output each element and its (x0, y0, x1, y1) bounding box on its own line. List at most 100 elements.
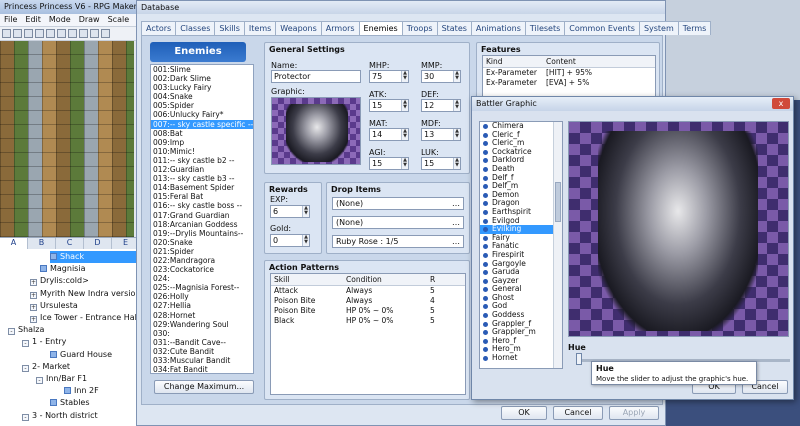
enemy-list-item[interactable]: 018:Arcanian Goddess (151, 220, 253, 229)
table-row[interactable]: Attack Always 5 (271, 286, 465, 296)
enemy-list-item[interactable]: 030: (151, 329, 253, 338)
gold-field[interactable]: 0 ▲ ▼ (270, 234, 310, 247)
expand-toggle-icon[interactable]: - (22, 340, 29, 348)
menu-item-scale[interactable]: Scale (104, 14, 134, 26)
tile-tab-c[interactable]: C (56, 238, 84, 249)
map-tree-item[interactable]: -3 - North district (22, 410, 140, 422)
enemy-list-item[interactable]: 005:Spider (151, 101, 253, 110)
paste-icon[interactable] (57, 29, 66, 38)
map-tree-item[interactable]: Magnisia (40, 263, 140, 275)
spin-arrows-icon[interactable]: ▲ ▼ (401, 100, 408, 111)
tab-actors[interactable]: Actors (141, 21, 177, 35)
tab-tilesets[interactable]: Tilesets (524, 21, 566, 35)
copy-icon[interactable] (46, 29, 55, 38)
enemy-list-item[interactable]: 017:Grand Guardian (151, 211, 253, 220)
stat-field[interactable]: 75 ▲ ▼ (369, 70, 409, 83)
enemy-list-item[interactable]: 019:--Drylis Mountains-- (151, 229, 253, 238)
hue-slider-handle[interactable] (576, 353, 582, 365)
enemy-list-item[interactable]: 010:Mimic! (151, 147, 253, 156)
enemy-list-item[interactable]: 020:Snake (151, 238, 253, 247)
spin-arrows-icon[interactable]: ▲ ▼ (302, 206, 309, 217)
enemy-list-item[interactable]: 034:Fat Bandit (151, 365, 253, 373)
undo-icon[interactable] (79, 29, 88, 38)
stat-field[interactable]: 13 ▲ ▼ (421, 128, 461, 141)
cut-icon[interactable] (35, 29, 44, 38)
spin-arrows-icon[interactable]: ▲ ▼ (453, 129, 460, 140)
enemy-list-item[interactable]: 029:Wandering Soul (151, 320, 253, 329)
enemy-list-item[interactable]: 021:Spider (151, 247, 253, 256)
close-icon[interactable]: x (772, 98, 790, 109)
table-row[interactable]: Black HP 0% ~ 0% 5 (271, 316, 465, 326)
scrollbar-thumb[interactable] (555, 182, 561, 222)
delete-icon[interactable] (68, 29, 77, 38)
open-icon[interactable] (13, 29, 22, 38)
expand-toggle-icon[interactable]: - (22, 364, 29, 372)
enemy-list-item[interactable]: 001:Slime (151, 65, 253, 74)
drop-item-field[interactable]: Ruby Rose : 1/5… (332, 235, 464, 248)
spin-arrows-icon[interactable]: ▲ ▼ (453, 158, 460, 169)
enemy-list-item[interactable]: 008:Bat (151, 129, 253, 138)
map-tree-item[interactable]: -2- Market (22, 361, 140, 373)
map-tree-item[interactable]: Guard House (50, 349, 140, 361)
spin-arrows-icon[interactable]: ▲ ▼ (401, 129, 408, 140)
enemy-graphic[interactable] (271, 97, 361, 165)
battler-list-item[interactable]: Hornet (480, 353, 562, 363)
change-maximum-button[interactable]: Change Maximum... (154, 380, 254, 394)
table-row[interactable]: Poison Bite HP 0% ~ 0% 5 (271, 306, 465, 316)
map-tree-item[interactable]: - Inn/Bar F1 (36, 373, 140, 385)
spin-arrows-icon[interactable]: ▲ ▼ (401, 158, 408, 169)
map-tree-item[interactable]: + Myrith New Indra version (30, 288, 140, 300)
expand-toggle-icon[interactable]: + (30, 316, 37, 323)
tile-tab-a[interactable]: A (0, 238, 28, 249)
menu-item-draw[interactable]: Draw (75, 14, 104, 26)
map-tree-item[interactable]: + Ursulesta (30, 300, 140, 312)
enemy-list-item[interactable]: 003:Lucky Fairy (151, 83, 253, 92)
stat-field[interactable]: 14 ▲ ▼ (369, 128, 409, 141)
enemy-list-item[interactable]: 032:Cute Bandit (151, 347, 253, 356)
enemy-list-item[interactable]: 024: (151, 274, 253, 283)
tab-skills[interactable]: Skills (214, 21, 245, 35)
map-tree-item[interactable]: Shack (50, 251, 140, 263)
tab-system[interactable]: System (638, 21, 679, 35)
enemy-list-item[interactable]: 016:-- sky castle boss -- (151, 201, 253, 210)
map-tree-item[interactable]: -1 - Entry (22, 336, 140, 348)
tab-enemies[interactable]: Enemies (358, 21, 403, 35)
expand-toggle-icon[interactable]: + (30, 291, 37, 299)
table-row[interactable]: Ex-Parameter [EVA] + 5% (483, 78, 655, 88)
stat-field[interactable]: 15 ▲ ▼ (421, 157, 461, 170)
tab-terms[interactable]: Terms (677, 21, 712, 35)
map-tree-item[interactable]: Stables (50, 397, 140, 409)
save-icon[interactable] (24, 29, 33, 38)
cancel-button[interactable]: Cancel (553, 406, 603, 420)
tile-tab-d[interactable]: D (84, 238, 112, 249)
enemy-list-item[interactable]: 011:-- sky castle b2 -- (151, 156, 253, 165)
tab-weapons[interactable]: Weapons (275, 21, 322, 35)
drop-item-field[interactable]: (None)… (332, 216, 464, 229)
enemy-list-item[interactable]: 009:Imp (151, 138, 253, 147)
enemy-list-item[interactable]: 031:--Bandit Cave-- (151, 338, 253, 347)
enemy-list-item[interactable]: 025:--Magnisia Forest-- (151, 283, 253, 292)
expand-toggle-icon[interactable]: + (30, 303, 37, 311)
expand-toggle-icon[interactable]: - (36, 377, 43, 384)
map-tree-item[interactable]: Inn 2F (64, 385, 140, 397)
enemy-list-item[interactable]: 007:-- sky castle specific -- (151, 119, 253, 129)
enemy-list-item[interactable]: 027:Hellia (151, 301, 253, 310)
map-tree-item[interactable]: + Ice Tower - Entrance Hall (30, 312, 140, 324)
enemy-list-item[interactable]: 012:Guardian (151, 165, 253, 174)
new-icon[interactable] (2, 29, 11, 38)
stat-field[interactable]: 12 ▲ ▼ (421, 99, 461, 112)
map-tree-item[interactable]: - Shalza (8, 324, 140, 336)
menu-item-edit[interactable]: Edit (21, 14, 45, 26)
ellipsis-icon[interactable]: … (452, 236, 460, 247)
stat-field[interactable]: 15 ▲ ▼ (369, 99, 409, 112)
ellipsis-icon[interactable]: … (452, 217, 460, 228)
tab-animations[interactable]: Animations (470, 21, 526, 35)
spin-arrows-icon[interactable]: ▲ ▼ (453, 100, 460, 111)
spin-arrows-icon[interactable]: ▲ ▼ (453, 71, 460, 82)
spin-arrows-icon[interactable]: ▲ ▼ (302, 235, 309, 246)
enemy-list-item[interactable]: 002:Dark Slime (151, 74, 253, 83)
table-row[interactable]: Poison Bite Always 4 (271, 296, 465, 306)
expand-toggle-icon[interactable]: + (30, 279, 37, 287)
map-tree-item[interactable]: + Drylis:cold> (30, 275, 140, 287)
enemy-list-item[interactable]: 004:Snake (151, 92, 253, 101)
